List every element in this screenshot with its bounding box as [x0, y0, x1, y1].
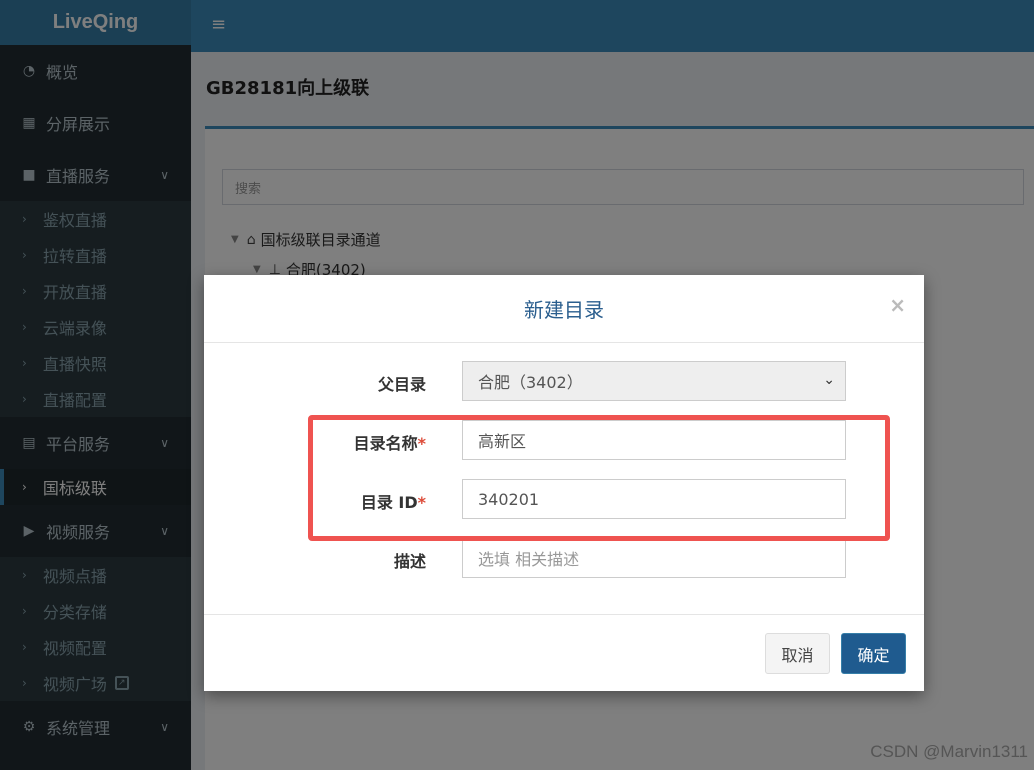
description-label: 描述 — [393, 552, 426, 571]
modal-footer: 取消 确定 — [204, 614, 924, 691]
modal-header: 新建目录 × — [204, 275, 924, 343]
watermark: CSDN @Marvin1311 — [870, 742, 1028, 761]
close-icon[interactable]: × — [889, 293, 906, 317]
annotation-highlight-box — [308, 415, 890, 541]
parent-directory-select[interactable]: 合肥（3402） ⌄ — [462, 361, 846, 401]
new-directory-modal: 新建目录 × 父目录 合肥（3402） ⌄ 目录名称* 高新区 目录 ID* 3… — [204, 275, 924, 691]
chevron-down-icon: ⌄ — [823, 372, 835, 388]
modal-title: 新建目录 — [524, 298, 604, 322]
form-row-parent: 父目录 合肥（3402） ⌄ — [204, 361, 924, 401]
form-row-desc: 描述 选填 相关描述 — [204, 538, 924, 578]
confirm-button[interactable]: 确定 — [841, 633, 906, 674]
cancel-button[interactable]: 取消 — [765, 633, 830, 674]
description-input[interactable]: 选填 相关描述 — [462, 538, 846, 578]
parent-directory-label: 父目录 — [377, 375, 426, 394]
parent-directory-value: 合肥（3402） — [478, 373, 583, 392]
